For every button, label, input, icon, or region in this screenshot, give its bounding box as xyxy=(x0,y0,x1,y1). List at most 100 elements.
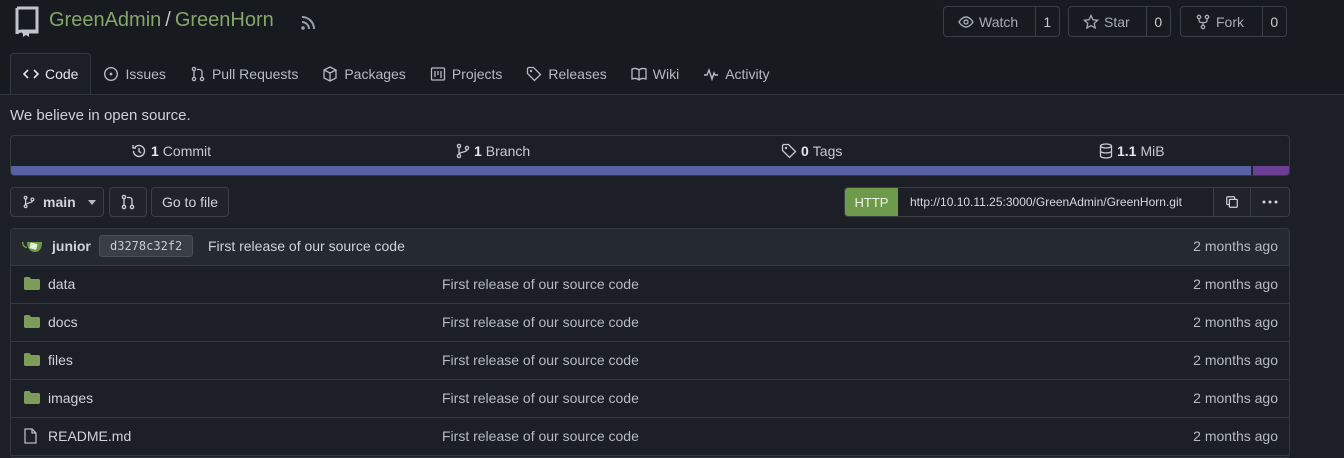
clone-panel: HTTP http://10.10.11.25:3000/GreenAdmin/… xyxy=(844,187,1290,217)
tab-code-label: Code xyxy=(45,66,79,82)
branches-label: Branch xyxy=(485,143,531,159)
star-button[interactable]: Star 0 xyxy=(1068,6,1171,37)
file-name[interactable]: docs xyxy=(48,314,78,330)
repo-name-link[interactable]: GreenHorn xyxy=(175,9,274,32)
folder-icon xyxy=(24,315,40,328)
commit-author[interactable]: junior xyxy=(52,238,91,254)
size-stat: 1.1 MiB xyxy=(1099,143,1165,159)
size-value: 1.1 xyxy=(1117,143,1137,159)
file-commit-time: 2 months ago xyxy=(1193,428,1278,444)
tags-stat[interactable]: 0 Tags xyxy=(781,143,842,159)
commits-label: Commit xyxy=(162,143,212,159)
repo-description: We believe in open source. xyxy=(10,107,191,124)
tab-pull-requests[interactable]: Pull Requests xyxy=(178,53,310,94)
branch-name: main xyxy=(43,194,76,210)
tab-packages[interactable]: Packages xyxy=(310,53,417,94)
file-commit-time: 2 months ago xyxy=(1193,276,1278,292)
watch-label: Watch xyxy=(979,13,1019,30)
clone-url-input[interactable]: http://10.10.11.25:3000/GreenAdmin/Green… xyxy=(898,188,1213,216)
package-icon xyxy=(322,65,338,82)
fork-button[interactable]: Fork 0 xyxy=(1180,6,1287,37)
size-unit: MiB xyxy=(1140,143,1165,159)
file-commit-time: 2 months ago xyxy=(1193,352,1278,368)
tag-icon xyxy=(526,66,542,82)
repo-header: GreenAdmin / GreenHorn Watch 1 Star 0 Fo… xyxy=(0,0,1344,95)
watch-button[interactable]: Watch 1 xyxy=(943,6,1060,37)
go-to-file-button[interactable]: Go to file xyxy=(151,187,229,217)
repo-stats: 1 Commit 1 Branch 0 Tags 1.1 MiB xyxy=(10,135,1290,176)
commits-count: 1 xyxy=(151,143,159,159)
copy-icon xyxy=(1225,195,1239,209)
repo-icon xyxy=(14,6,40,38)
project-icon xyxy=(430,66,446,82)
more-options-button[interactable] xyxy=(1250,188,1289,216)
star-icon xyxy=(1083,13,1099,30)
file-commit-message[interactable]: First release of our source code xyxy=(442,314,639,330)
star-label: Star xyxy=(1104,13,1130,30)
file-row-docs: docs First release of our source code 2 … xyxy=(11,304,1289,342)
database-icon xyxy=(1099,143,1113,159)
repo-title-separator: / xyxy=(165,9,171,31)
fork-label: Fork xyxy=(1216,13,1244,30)
file-commit-message[interactable]: First release of our source code xyxy=(442,352,639,368)
branches-stat[interactable]: 1 Branch xyxy=(456,143,530,159)
latest-commit-row: junior d3278c32f2 First release of our s… xyxy=(11,229,1289,266)
tab-activity[interactable]: Activity xyxy=(691,53,781,94)
fork-icon xyxy=(1195,14,1211,30)
file-row-data: data First release of our source code 2 … xyxy=(11,266,1289,304)
branch-selector[interactable]: main xyxy=(10,187,104,217)
commit-time: 2 months ago xyxy=(1193,238,1278,254)
kebab-horizontal-icon xyxy=(1262,200,1278,204)
tab-code[interactable]: Code xyxy=(10,53,92,94)
tab-issues[interactable]: Issues xyxy=(91,53,177,94)
file-icon xyxy=(24,428,37,444)
avatar[interactable] xyxy=(22,238,44,254)
book-icon xyxy=(631,66,647,82)
copy-button[interactable] xyxy=(1213,188,1250,216)
pull-request-icon xyxy=(190,66,206,82)
commits-stat[interactable]: 1 Commit xyxy=(131,143,211,159)
language-bar-secondary[interactable] xyxy=(1253,166,1289,175)
folder-icon xyxy=(24,353,40,366)
pulse-icon xyxy=(703,66,719,82)
branch-icon xyxy=(23,195,35,209)
file-row-files: files First release of our source code 2… xyxy=(11,342,1289,380)
tab-wiki[interactable]: Wiki xyxy=(619,53,691,94)
compare-button[interactable] xyxy=(109,187,147,217)
file-name[interactable]: images xyxy=(48,390,93,406)
repo-title: GreenAdmin / GreenHorn xyxy=(49,9,274,32)
file-name[interactable]: README.md xyxy=(48,428,131,444)
rss-icon[interactable] xyxy=(300,15,316,31)
folder-icon xyxy=(24,277,40,290)
commit-sha[interactable]: d3278c32f2 xyxy=(99,235,194,257)
file-commit-time: 2 months ago xyxy=(1193,390,1278,406)
file-row-readme: README.md First release of our source co… xyxy=(11,418,1289,456)
tag-icon xyxy=(781,143,797,159)
tab-pull-requests-label: Pull Requests xyxy=(211,65,299,82)
tab-projects[interactable]: Projects xyxy=(418,53,515,94)
fork-count[interactable]: 0 xyxy=(1263,7,1286,36)
history-icon xyxy=(131,143,147,159)
file-commit-message[interactable]: First release of our source code xyxy=(442,428,639,444)
file-commit-message[interactable]: First release of our source code xyxy=(442,276,639,292)
tab-releases[interactable]: Releases xyxy=(514,53,618,94)
file-commit-message[interactable]: First release of our source code xyxy=(442,390,639,406)
tags-count: 0 xyxy=(801,143,809,159)
language-bar[interactable] xyxy=(11,166,1289,175)
tab-wiki-label: Wiki xyxy=(652,65,680,82)
repo-owner-link[interactable]: GreenAdmin xyxy=(49,9,161,32)
file-name[interactable]: files xyxy=(48,352,73,368)
repo-tabs: Code Issues Pull Requests Packages Proje… xyxy=(10,53,782,94)
clone-protocol-http-button[interactable]: HTTP xyxy=(845,188,898,216)
tab-releases-label: Releases xyxy=(548,65,607,82)
code-icon xyxy=(23,66,39,82)
tab-projects-label: Projects xyxy=(451,65,503,82)
star-count[interactable]: 0 xyxy=(1147,7,1170,36)
file-name[interactable]: data xyxy=(48,276,75,292)
commit-message[interactable]: First release of our source code xyxy=(208,238,405,254)
watch-count[interactable]: 1 xyxy=(1036,7,1059,36)
eye-icon xyxy=(958,14,974,30)
language-bar-primary[interactable] xyxy=(11,166,1251,175)
file-table: junior d3278c32f2 First release of our s… xyxy=(10,228,1290,458)
tab-issues-label: Issues xyxy=(125,65,166,82)
